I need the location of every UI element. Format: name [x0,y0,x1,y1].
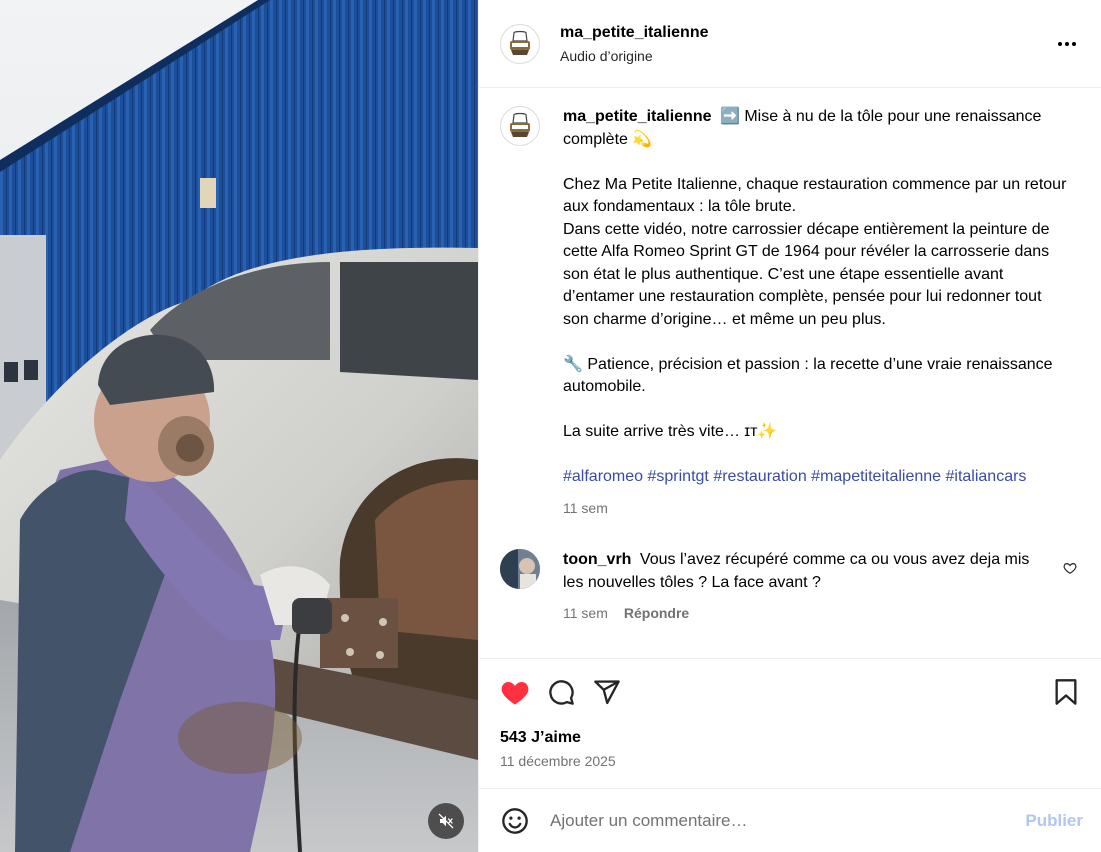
hashtag-link[interactable]: #alfaromeo [563,468,643,485]
like-count[interactable]: 543 J’aime [500,729,1085,747]
caption-author-avatar[interactable] [500,106,540,146]
comment-item: toon_vrh Vous l’avez récupéré comme ca o… [500,549,1085,625]
hashtag-link[interactable]: #italiancars [946,468,1027,485]
post-actions-section: 543 J’aime 11 décembre 2025 [479,658,1101,788]
save-button[interactable] [1051,677,1081,707]
comment-input[interactable] [550,810,1026,831]
comment-text: Vous l’avez récupéré comme ca ou vous av… [563,551,1030,591]
comments-scroll-area[interactable]: ma_petite_italienne ➡️ Mise à nu de la t… [479,88,1101,658]
sparkle-emoji: 💫 [632,130,653,148]
emoji-picker-button[interactable] [500,806,530,836]
mute-toggle-button[interactable] [428,803,464,839]
brand-logo-icon [510,30,530,55]
brand-logo-icon [510,112,530,137]
hashtag-list: #alfaromeo #sprintgt #restauration #mape… [563,466,1068,489]
audio-label[interactable]: Audio d’origine [560,48,709,64]
more-options-button[interactable] [1055,32,1079,56]
comment-timestamp[interactable]: 11 sem [563,602,608,625]
commenter-avatar[interactable] [500,549,540,589]
commenter-username[interactable]: toon_vrh [563,551,631,568]
comment-icon [549,680,574,705]
post-video[interactable] [0,0,478,852]
caption-row: ma_petite_italienne ➡️ Mise à nu de la t… [500,106,1085,519]
bookmark-icon [1055,679,1077,705]
caption-timestamp[interactable]: 11 sem [563,497,1068,520]
hashtag-link[interactable]: #sprintgt [648,468,709,485]
wrench-emoji: 🔧 [563,355,583,373]
emoji-icon [502,807,528,834]
post-header: ma_petite_italienne Audio d’origine [479,0,1101,88]
comment-like-button[interactable] [1063,561,1077,580]
post-date[interactable]: 11 décembre 2025 [500,753,1085,769]
reply-button[interactable]: Répondre [624,602,689,625]
caption-username[interactable]: ma_petite_italienne [563,108,712,125]
muted-speaker-icon [438,813,454,829]
video-frame [0,0,478,852]
hashtag-link[interactable]: #mapetiteitalienne [811,468,941,485]
post-dialog: ma_petite_italienne Audio d’origine ma_p… [0,0,1101,852]
caption-paragraph: Patience, précision et passion : la rece… [563,355,1053,396]
post-caption: ma_petite_italienne ➡️ Mise à nu de la t… [563,106,1068,519]
like-button[interactable] [500,677,530,707]
author-avatar[interactable] [500,23,540,64]
heart-outline-icon [1063,563,1077,574]
add-comment-bar: Publier [479,788,1101,852]
caption-paragraph: La suite arrive très vite… ɪᴛ✨ [563,423,778,440]
heart-filled-icon [501,682,529,705]
hashtag-link[interactable]: #restauration [713,468,806,485]
post-side-panel: ma_petite_italienne Audio d’origine ma_p… [478,0,1101,852]
share-button[interactable] [592,677,622,707]
author-username[interactable]: ma_petite_italienne [560,24,709,42]
more-options-icon [1058,42,1076,46]
arrow-emoji: ➡️ [719,108,740,125]
caption-paragraph: Chez Ma Petite Italienne, chaque restaur… [563,175,1067,216]
publish-button[interactable]: Publier [1025,811,1083,831]
comment-button[interactable] [546,677,576,707]
caption-paragraph: Dans cette vidéo, notre carrossier décap… [563,220,1050,328]
commenter-photo [500,549,540,589]
action-bar [500,659,1085,725]
share-icon [594,680,620,705]
